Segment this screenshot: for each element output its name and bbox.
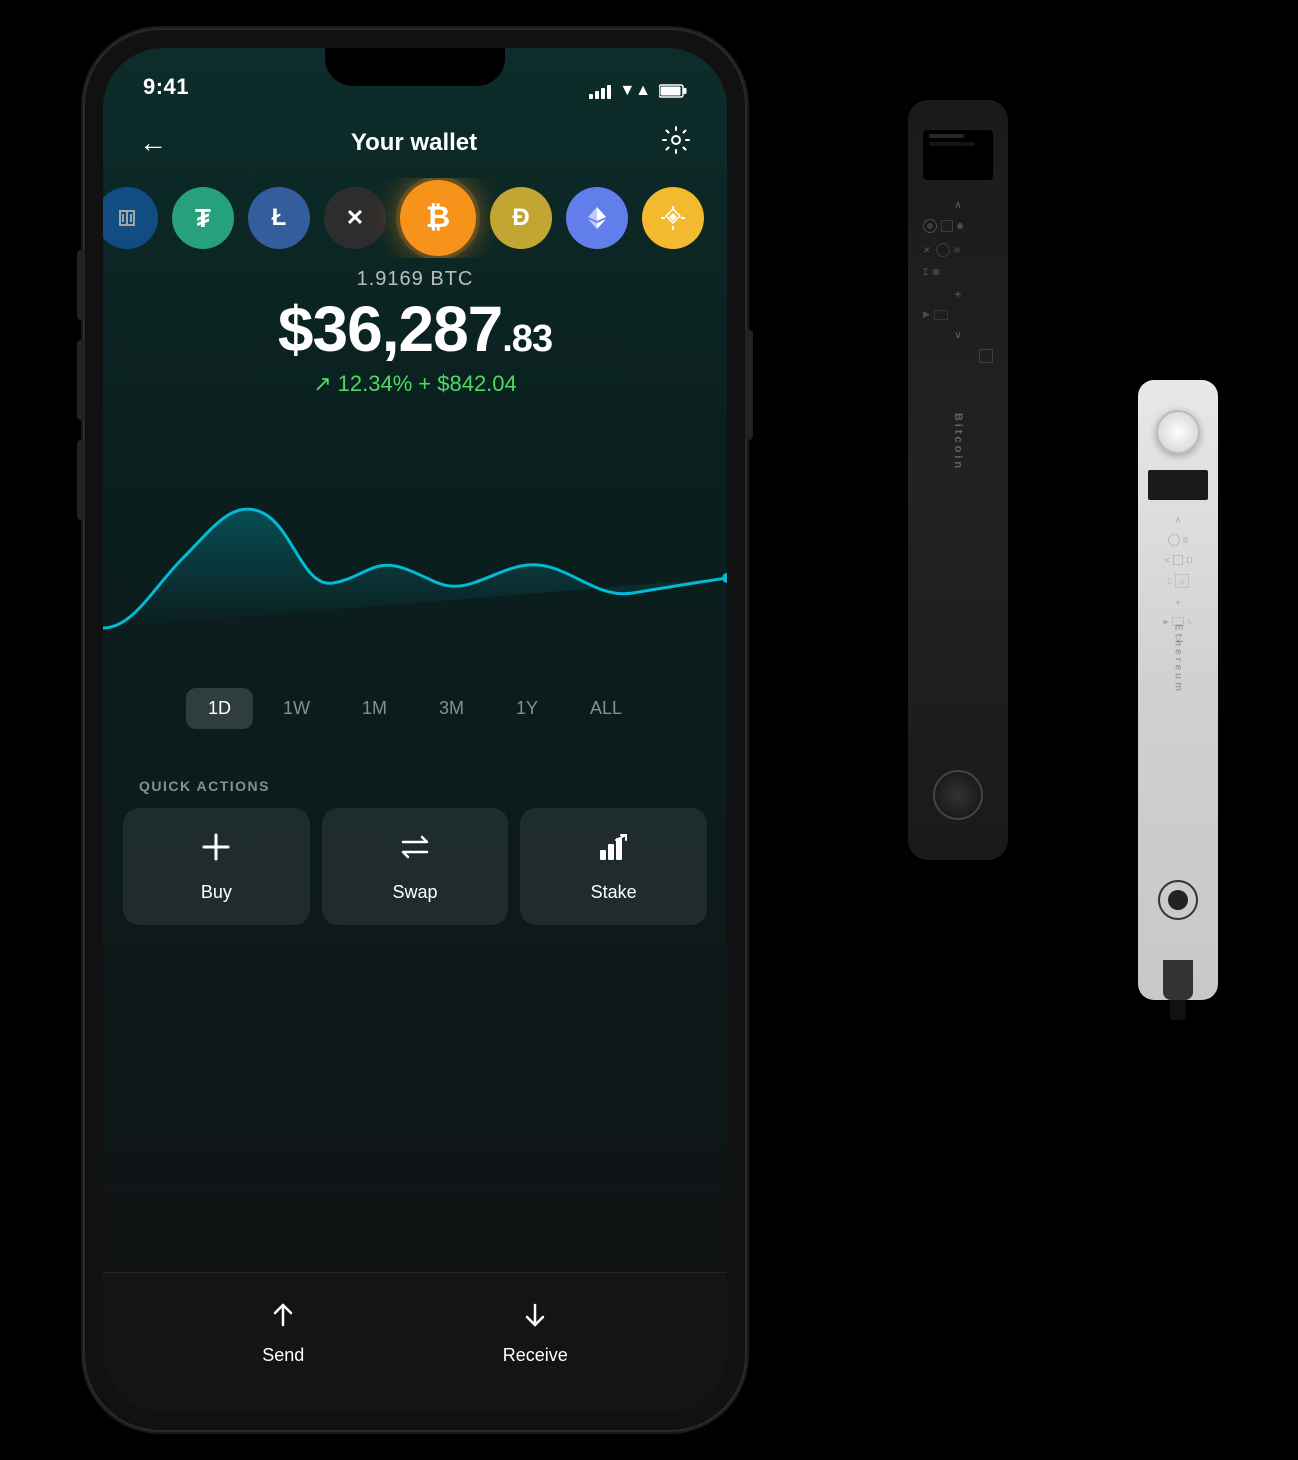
phone-screen: 9:41 ▼▲ (103, 48, 727, 1412)
nano-x-label: Bitcoin (952, 413, 964, 471)
coin-btc-active[interactable]: ₿ (400, 180, 476, 256)
change-arrow: ↗ (313, 371, 331, 397)
receive-icon (520, 1300, 550, 1337)
nano-s-screen (1148, 470, 1208, 500)
tab-all[interactable]: ALL (568, 688, 644, 729)
ledger-nano-s: ∧ B ✕ D Σ 🔒 + ▶ ↳ ∨ (1138, 380, 1218, 1000)
receive-button[interactable]: Receive (503, 1300, 568, 1366)
buy-label: Buy (201, 882, 232, 903)
status-time: 9:41 (143, 74, 189, 100)
coin-carousel[interactable]: ₮ Ł ✕ ₿ Ð (103, 178, 727, 258)
fiat-balance: $36,287.83 (103, 297, 727, 361)
swap-button[interactable]: Swap (322, 808, 509, 925)
send-label: Send (262, 1345, 304, 1366)
stake-label: Stake (591, 882, 637, 903)
battery-icon (659, 84, 687, 98)
settings-button[interactable] (661, 125, 691, 162)
tab-3m[interactable]: 3M (417, 688, 486, 729)
quick-actions: Buy Swap (123, 808, 707, 925)
signal-icon (589, 83, 611, 99)
stake-button[interactable]: Stake (520, 808, 707, 925)
coin-item[interactable] (103, 187, 158, 249)
wifi-icon: ▼▲ (619, 82, 651, 100)
receive-label: Receive (503, 1345, 568, 1366)
timeframe-tabs: 1D 1W 1M 3M 1Y ALL (103, 688, 727, 729)
tab-1y[interactable]: 1Y (494, 688, 560, 729)
nano-s-bottom-button[interactable] (1158, 880, 1198, 920)
coin-doge[interactable]: Ð (490, 187, 552, 249)
app-header: ← Your wallet (103, 108, 727, 178)
phone: 9:41 ▼▲ (85, 30, 745, 1430)
coin-bnb[interactable] (642, 187, 704, 249)
swap-label: Swap (392, 882, 437, 903)
balance-area: 1.9169 BTC $36,287.83 ↗ 12.34% + $842.04 (103, 268, 727, 397)
buy-button[interactable]: Buy (123, 808, 310, 925)
ledger-nano-x: ∧ ✕ Σ + ▶ ∨ (908, 100, 1008, 860)
quick-actions-label: QUICK ACTIONS (139, 778, 270, 794)
tab-1m[interactable]: 1M (340, 688, 409, 729)
bottom-bar: Send Receive (103, 1272, 727, 1412)
nano-x-screen (923, 130, 993, 180)
coin-eth[interactable] (566, 187, 628, 249)
coin-ltc[interactable]: Ł (248, 187, 310, 249)
chart-area (103, 428, 727, 688)
nano-s-connector (1163, 960, 1193, 1000)
coin-usdt[interactable]: ₮ (172, 187, 234, 249)
send-button[interactable]: Send (262, 1300, 304, 1366)
back-button[interactable]: ← (139, 127, 167, 159)
notch (325, 48, 505, 86)
scene: 9:41 ▼▲ (0, 0, 1298, 1460)
stake-icon (597, 830, 631, 872)
change-amount: + $842.04 (418, 371, 516, 397)
crypto-balance: 1.9169 BTC (103, 268, 727, 291)
nano-s-label: Ethereum (1173, 624, 1184, 694)
status-icons: ▼▲ (589, 82, 687, 100)
balance-change: ↗ 12.34% + $842.04 (103, 371, 727, 397)
page-title: Your wallet (351, 129, 477, 157)
vol-down-button (77, 440, 85, 520)
nano-x-button[interactable] (933, 770, 983, 820)
tab-1d[interactable]: 1D (186, 688, 253, 729)
buy-icon (199, 830, 233, 872)
tab-1w[interactable]: 1W (261, 688, 332, 729)
power-button (745, 330, 753, 440)
send-icon (268, 1300, 298, 1337)
nano-s-button-top[interactable] (1156, 410, 1200, 454)
nano-s-usb-tip (1170, 1000, 1186, 1020)
price-chart (103, 428, 727, 688)
vol-up-button (77, 340, 85, 420)
coin-xrp[interactable]: ✕ (324, 187, 386, 249)
swap-icon (398, 830, 432, 872)
